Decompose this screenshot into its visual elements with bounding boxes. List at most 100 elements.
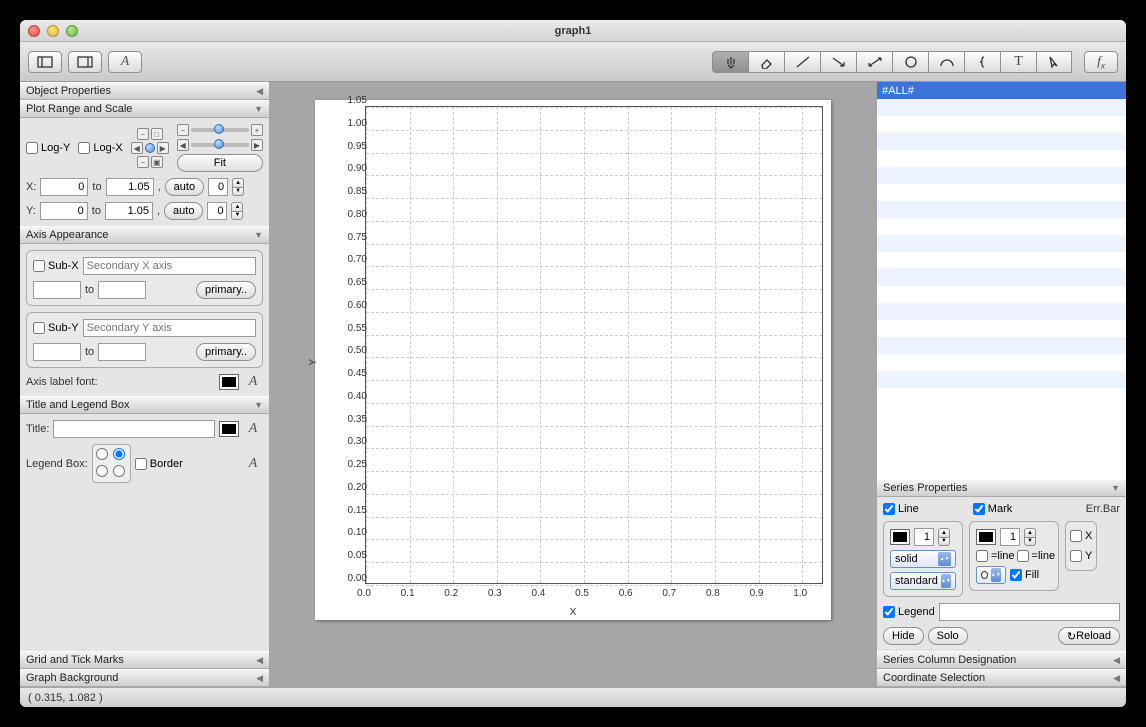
function-tool[interactable]: fx [1084,51,1118,73]
line-checkbox[interactable]: Line [883,503,919,515]
list-item[interactable] [877,184,1126,201]
section-object-properties[interactable]: Object Properties◀ [20,82,269,100]
brace-tool[interactable] [964,51,1000,73]
x-from-input[interactable] [40,178,88,196]
pointer-tool[interactable] [1036,51,1072,73]
sub-y-checkbox[interactable]: Sub-Y [33,322,79,334]
list-item[interactable] [877,133,1126,150]
x-auto-button[interactable]: auto [165,178,204,196]
list-item[interactable] [877,116,1126,133]
line-type-select[interactable]: standard▲▼ [890,572,956,590]
x-step-input[interactable] [208,178,228,196]
reload-button[interactable]: ↻ Reload [1058,627,1120,645]
section-graph-bg[interactable]: Graph Background◀ [20,669,269,687]
legend-position[interactable] [92,444,131,483]
graph-canvas[interactable]: Y X 0.000.050.100.150.200.250.300.350.40… [270,82,876,687]
eqline1-checkbox[interactable]: =line [976,550,1015,562]
line-style-select[interactable]: solid▲▼ [890,550,956,568]
x-to-input[interactable] [106,178,154,196]
sidebar-left-toggle[interactable] [28,51,62,73]
log-x-checkbox[interactable]: Log-X [78,142,122,154]
section-axis-appearance[interactable]: Axis Appearance▼ [20,226,269,244]
subx-from-input[interactable] [33,281,81,299]
line-width-stepper[interactable]: ▲▼ [938,528,950,546]
mark-color[interactable] [976,529,996,545]
axis-font-button[interactable]: A [243,374,263,390]
list-item[interactable] [877,201,1126,218]
y-stepper[interactable]: ▲▼ [231,202,243,220]
mark-size-input[interactable] [1000,528,1020,546]
axis-font-color[interactable] [219,374,239,390]
y-to-input[interactable] [105,202,153,220]
suby-from-input[interactable] [33,343,81,361]
section-coord-sel[interactable]: Coordinate Selection◀ [877,669,1126,687]
title-color[interactable] [219,421,239,437]
legend-checkbox[interactable]: Legend [883,606,935,618]
solo-button[interactable]: Solo [928,627,968,645]
suby-to-input[interactable] [98,343,146,361]
legend-text-input[interactable] [939,603,1120,621]
eraser-tool[interactable] [748,51,784,73]
mark-shape-select[interactable]: ▲▼ [976,566,1006,584]
sub-x-checkbox[interactable]: Sub-X [33,260,79,272]
list-item[interactable] [877,99,1126,116]
arrow-tool[interactable] [820,51,856,73]
text-tool[interactable]: T [1000,51,1036,73]
section-series-props[interactable]: Series Properties▼ [877,479,1126,497]
title-font-button[interactable]: A [243,421,263,437]
double-arrow-tool[interactable] [856,51,892,73]
zoom-sliders-y[interactable]: −□ ◀▶ −▣ [131,128,169,168]
font-button[interactable]: A [108,51,142,73]
mark-size-stepper[interactable]: ▲▼ [1024,528,1036,546]
section-grid-ticks[interactable]: Grid and Tick Marks◀ [20,651,269,669]
line-color[interactable] [890,529,910,545]
line-width-input[interactable] [914,528,934,546]
list-item[interactable] [877,354,1126,371]
list-item[interactable] [877,388,1126,405]
section-plot-range[interactable]: Plot Range and Scale▼ [20,100,269,118]
list-item[interactable] [877,235,1126,252]
zoom-out-icon[interactable]: − [137,128,149,140]
subx-primary-button[interactable]: primary.. [196,281,256,299]
list-item[interactable] [877,320,1126,337]
log-y-checkbox[interactable]: Log-Y [26,142,70,154]
eqline2-checkbox[interactable]: =line [1017,550,1056,562]
border-checkbox[interactable]: Border [135,458,183,470]
x-stepper[interactable]: ▲▼ [232,178,244,196]
errbar-y-checkbox[interactable]: Y [1070,550,1092,562]
section-series-column[interactable]: Series Column Designation◀ [877,651,1126,669]
list-item[interactable] [877,371,1126,388]
mark-checkbox[interactable]: Mark [973,503,1012,515]
zoom-reset-icon[interactable]: □ [151,128,163,140]
titlebar[interactable]: graph1 [20,20,1126,42]
section-title-legend[interactable]: Title and Legend Box▼ [20,396,269,414]
y-from-input[interactable] [40,202,88,220]
list-item[interactable] [877,218,1126,235]
arc-tool[interactable] [928,51,964,73]
hide-button[interactable]: Hide [883,627,924,645]
legend-font-button[interactable]: A [243,456,263,472]
circle-tool[interactable] [892,51,928,73]
sidebar-right-toggle[interactable] [68,51,102,73]
y-step-input[interactable] [207,202,227,220]
series-list[interactable]: #ALL# [877,82,1126,479]
list-item[interactable] [877,286,1126,303]
errbar-x-checkbox[interactable]: X [1070,530,1092,542]
secondary-y-input[interactable] [83,319,256,337]
suby-primary-button[interactable]: primary.. [196,343,256,361]
list-item[interactable] [877,150,1126,167]
line-tool[interactable] [784,51,820,73]
y-auto-button[interactable]: auto [164,202,203,220]
list-item[interactable]: #ALL# [877,82,1126,99]
secondary-x-input[interactable] [83,257,256,275]
fill-checkbox[interactable]: Fill [1010,569,1039,581]
title-input[interactable] [53,420,215,438]
list-item[interactable] [877,337,1126,354]
list-item[interactable] [877,269,1126,286]
pan-tool[interactable] [712,51,748,73]
list-item[interactable] [877,252,1126,269]
subx-to-input[interactable] [98,281,146,299]
fit-button[interactable]: Fit [177,154,263,172]
list-item[interactable] [877,167,1126,184]
list-item[interactable] [877,303,1126,320]
